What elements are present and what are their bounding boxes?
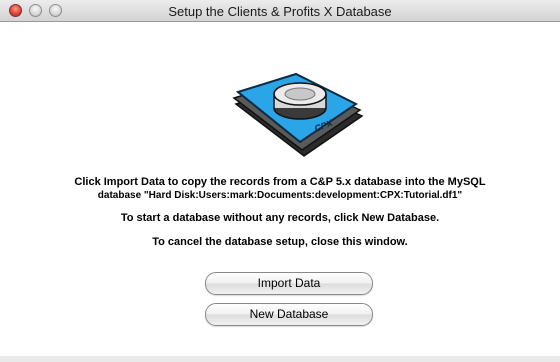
window-title: Setup the Clients & Profits X Database [168,4,392,19]
import-instructions: Click Import Data to copy the records fr… [74,176,486,188]
title-bar[interactable]: Setup the Clients & Profits X Database [0,0,560,22]
setup-window: Setup the Clients & Profits X Database C… [0,0,560,362]
window-content: CPX Click Import Data to copy the record… [12,22,548,356]
cancel-instructions: To cancel the database setup, close this… [152,236,408,248]
window-bottom-edge [0,356,560,362]
import-data-button[interactable]: Import Data [205,272,373,295]
database-path: database "Hard Disk:Users:mark:Documents… [97,190,463,201]
new-database-instructions: To start a database without any records,… [120,212,440,224]
new-database-button[interactable]: New Database [205,303,373,326]
database-disk-icon: CPX [232,72,364,157]
